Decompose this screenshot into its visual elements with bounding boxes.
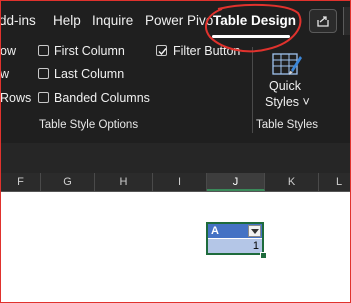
quick-styles-label-line2[interactable]: Styles ˅ [265,95,310,109]
checkmark-icon [158,48,167,56]
tab-add-ins[interactable]: dd-ins [1,13,36,28]
filter-dropdown-button[interactable] [248,225,261,237]
excel-table[interactable]: A 1 [206,222,264,255]
column-header-i[interactable]: I [153,173,207,191]
screenshot-frame: dd-ins Help Inquire Power Pivo Table Des… [0,0,351,303]
share-button[interactable] [309,9,337,33]
fill-handle[interactable] [260,252,267,259]
chevron-down-icon [251,229,259,234]
ribbon: dd-ins Help Inquire Power Pivo Table Des… [1,1,350,143]
filter-button-checkbox[interactable] [156,45,167,56]
share-icon [317,16,329,27]
last-column-label[interactable]: Last Column [54,67,124,81]
column-header-j[interactable]: J [207,173,265,191]
table-data-cell[interactable]: 1 [208,239,262,253]
tab-power-pivot[interactable]: Power Pivo [145,13,213,28]
table-style-options-group-label: Table Style Options [39,119,139,131]
column-header-l[interactable]: L [319,173,350,191]
quick-styles-label-line1[interactable]: Quick [269,79,301,93]
worksheet-grid[interactable] [1,192,350,302]
option-banded-rows-partial[interactable]: Rows [1,91,31,105]
tab-table-design[interactable]: Table Design [213,13,296,28]
first-column-label[interactable]: First Column [54,44,125,58]
column-header-h[interactable]: H [95,173,153,191]
ribbon-overflow-button[interactable] [343,7,350,35]
first-column-checkbox[interactable] [38,45,49,56]
last-column-checkbox[interactable] [38,68,49,79]
column-header-bar: F G H I J K L [1,173,350,192]
active-tab-indicator [212,35,290,38]
group-divider [252,47,253,133]
column-header-g[interactable]: G [41,173,95,191]
option-total-row-partial[interactable]: w [1,67,9,81]
tab-inquire[interactable]: Inquire [92,13,133,28]
column-header-f[interactable]: F [1,173,41,191]
banded-columns-label[interactable]: Banded Columns [54,91,150,105]
quick-styles-icon [272,53,302,75]
filter-button-label[interactable]: Filter Button [173,44,240,58]
banded-columns-checkbox[interactable] [38,92,49,103]
formula-bar-area [1,143,350,173]
table-styles-group-label: Table Styles [256,119,319,131]
option-header-row-partial[interactable]: ow [1,44,16,58]
table-header-label: A [211,225,219,237]
table-header-cell[interactable]: A [208,224,262,238]
ribbon-tabs: dd-ins Help Inquire Power Pivo Table Des… [1,1,350,42]
tab-help[interactable]: Help [53,13,81,28]
column-header-k[interactable]: K [265,173,319,191]
